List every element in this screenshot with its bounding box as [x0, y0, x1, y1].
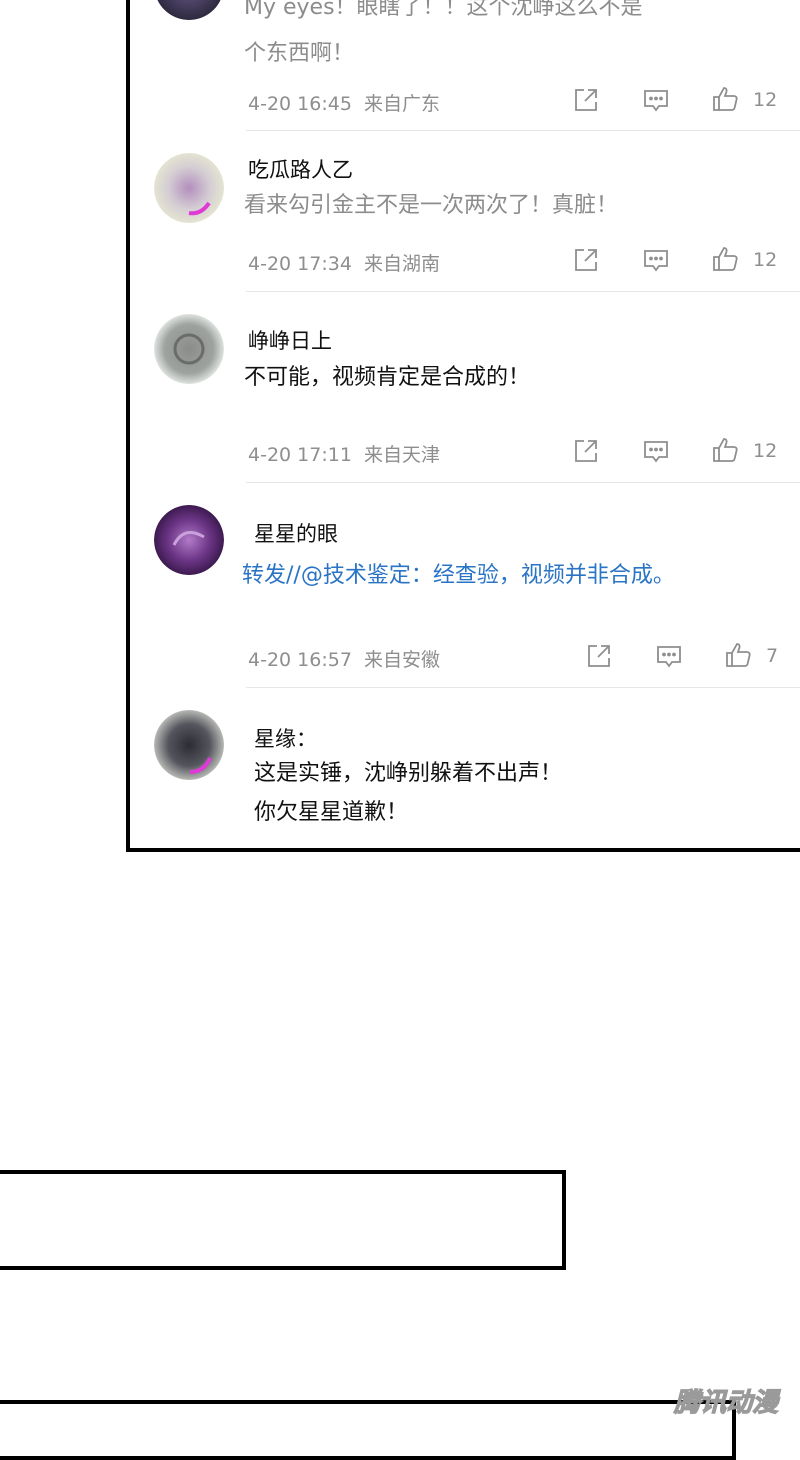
- comment-time: 4-20 17:11: [248, 444, 352, 466]
- thumbs-up-icon[interactable]: [712, 245, 740, 273]
- comment-meta: 4-20 17:34 来自湖南: [248, 249, 440, 276]
- divider: [246, 291, 800, 292]
- divider: [246, 130, 800, 131]
- comment-location: 来自天津: [363, 444, 440, 466]
- username[interactable]: 星缘：: [254, 723, 317, 753]
- comment-location: 来自安徽: [363, 649, 440, 671]
- thumbs-up-icon[interactable]: [712, 85, 740, 113]
- avatar[interactable]: [154, 314, 224, 384]
- username[interactable]: 星星的眼: [254, 518, 338, 548]
- comic-panel-frame: [0, 1400, 736, 1460]
- comment-icon[interactable]: [642, 86, 670, 114]
- comment-location: 来自湖南: [363, 253, 440, 275]
- svg-text:腾讯动漫: 腾讯动漫: [673, 1388, 781, 1418]
- divider: [246, 687, 800, 688]
- comment-meta: 4-20 16:57 来自安徽: [248, 645, 440, 672]
- avatar[interactable]: [154, 153, 224, 223]
- share-icon[interactable]: [585, 642, 613, 670]
- share-icon[interactable]: [572, 246, 600, 274]
- comment-text: 你欠星星道歉！: [254, 800, 409, 825]
- comment-meta: 4-20 16:45 来自广东: [248, 89, 440, 116]
- comment-text: 看来勾引金主不是一次两次了！真脏！: [244, 193, 619, 218]
- repost-text[interactable]: 转发//@技术鉴定：经查验，视频并非合成。: [242, 556, 675, 596]
- comment-time: 4-20 16:45: [248, 93, 352, 115]
- username[interactable]: 峥峥日上: [248, 325, 332, 355]
- like-count: 12: [753, 440, 778, 462]
- comment-text: My eyes！眼瞎了！！这个沈峥这么不是: [244, 0, 643, 20]
- avatar[interactable]: [154, 710, 224, 780]
- comic-panel-frame: [0, 1170, 566, 1270]
- avatar[interactable]: [154, 505, 224, 575]
- thumbs-up-icon[interactable]: [725, 641, 753, 669]
- comment-time: 4-20 17:34: [248, 253, 352, 275]
- comment-text: 不可能，视频肯定是合成的！: [244, 365, 531, 390]
- like-count: 7: [766, 645, 779, 667]
- comment-text: 个东西啊！: [244, 41, 355, 66]
- comment-icon[interactable]: [642, 246, 670, 274]
- share-icon[interactable]: [572, 437, 600, 465]
- divider: [246, 482, 800, 483]
- watermark-logo: 腾讯动漫: [662, 1384, 790, 1418]
- comment-meta: 4-20 17:11 来自天津: [248, 440, 440, 467]
- like-count: 12: [753, 89, 778, 111]
- thumbs-up-icon[interactable]: [712, 436, 740, 464]
- comment-icon[interactable]: [642, 437, 670, 465]
- comment-panel: [126, 0, 800, 852]
- share-icon[interactable]: [572, 86, 600, 114]
- comment-time: 4-20 16:57: [248, 649, 352, 671]
- like-count: 12: [753, 249, 778, 271]
- comment-text: 这是实锤，沈峥别躲着不出声！: [254, 761, 563, 786]
- comment-icon[interactable]: [655, 642, 683, 670]
- comment-location: 来自广东: [363, 93, 440, 115]
- username[interactable]: 吃瓜路人乙: [248, 154, 353, 184]
